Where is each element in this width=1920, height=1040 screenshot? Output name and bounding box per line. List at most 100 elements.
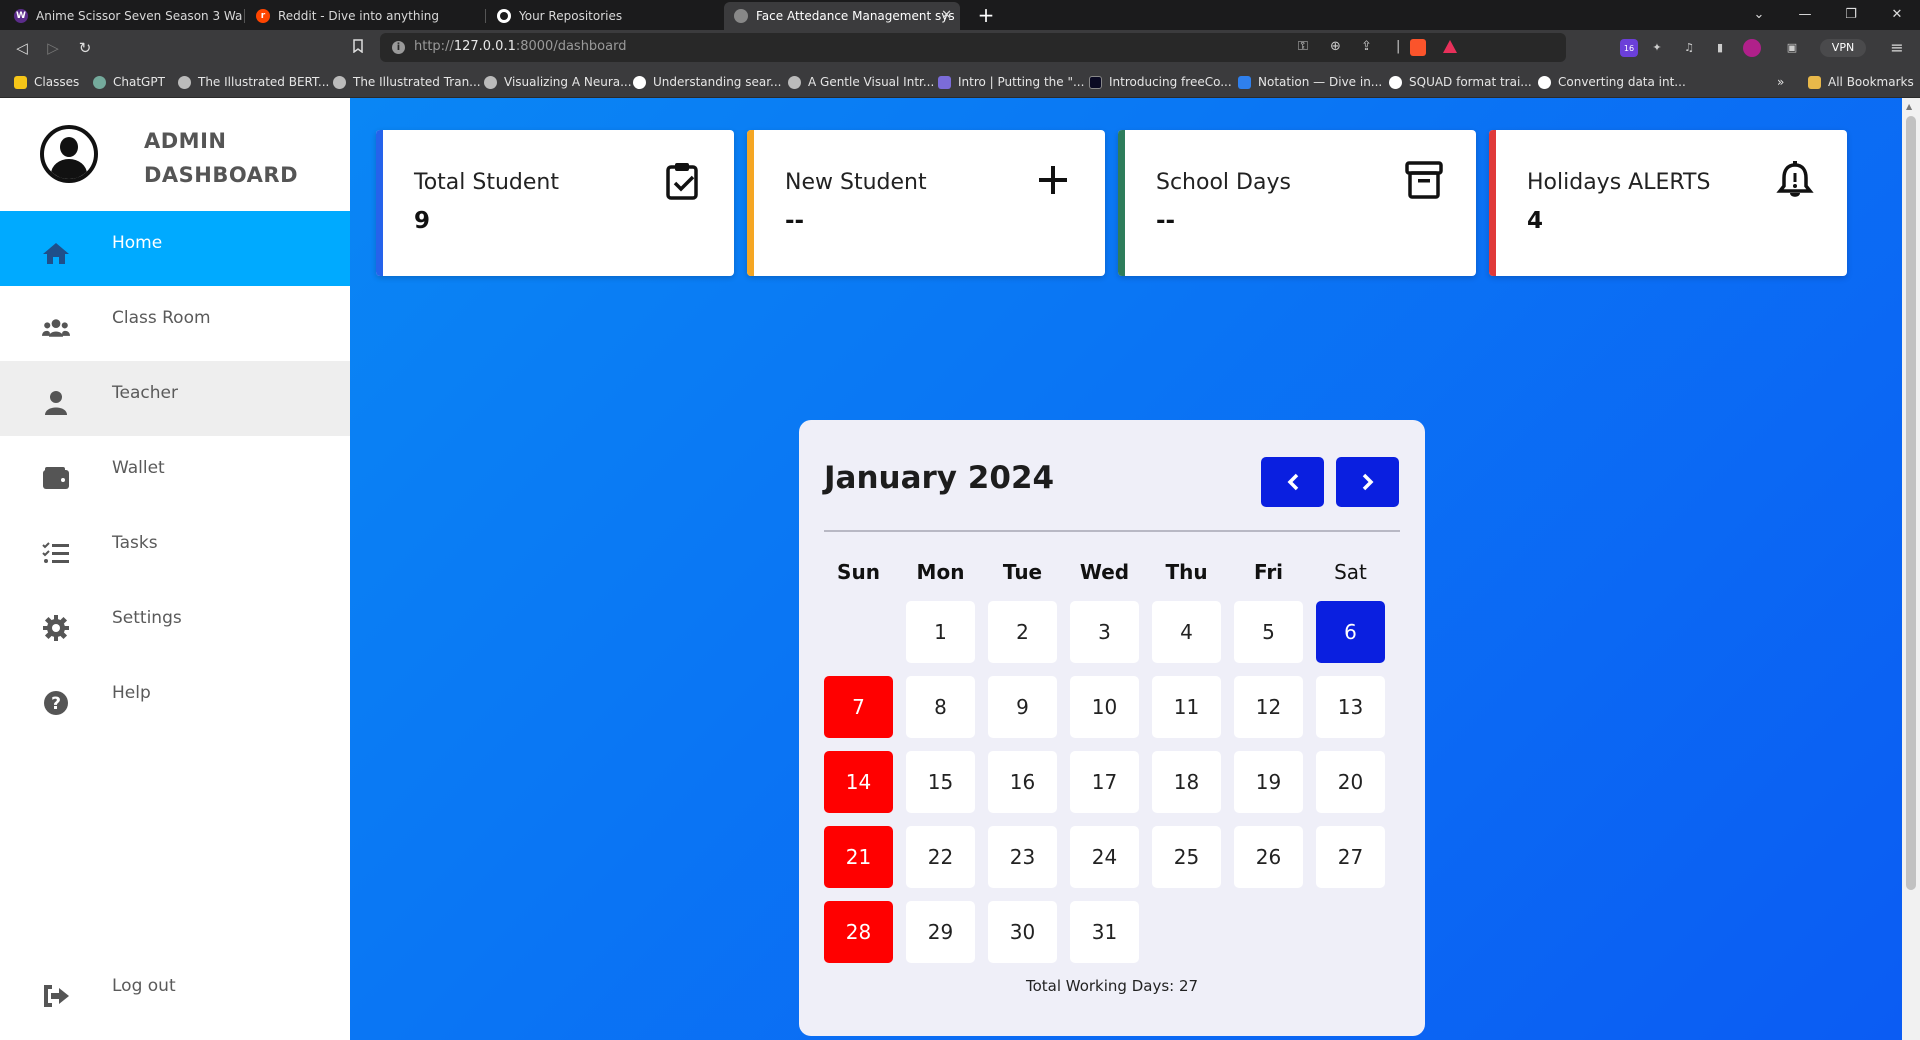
sidebar-item-class-room[interactable]: Class Room (0, 286, 350, 361)
calendar-day-holiday[interactable]: 21 (824, 826, 893, 888)
puzzle-icon[interactable]: ✦ (1648, 39, 1666, 57)
calendar-day[interactable]: 20 (1316, 751, 1385, 813)
bookmark-item[interactable]: Understanding sear... (633, 74, 782, 90)
extension-badge-icon[interactable]: 16 (1620, 39, 1638, 57)
calendar-day[interactable]: 26 (1234, 826, 1303, 888)
browser-tab[interactable]: W Anime Scissor Seven Season 3 Watch (4, 2, 242, 30)
next-month-button[interactable] (1336, 457, 1399, 507)
wallet-extension-icon[interactable]: ▣ (1783, 39, 1801, 57)
calendar-day[interactable]: 25 (1152, 826, 1221, 888)
calendar-day[interactable]: 24 (1070, 826, 1139, 888)
bookmark-item[interactable]: Converting data int... (1538, 74, 1686, 90)
sidebar-item-wallet[interactable]: Wallet (0, 436, 350, 511)
sidebar: ADMIN DASHBOARD Home Class Room Teacher (0, 98, 350, 1040)
bookmark-item[interactable]: Visualizing A Neura... (484, 74, 632, 90)
new-tab-button[interactable]: + (974, 3, 998, 27)
calendar-day[interactable]: 22 (906, 826, 975, 888)
all-bookmarks-button[interactable]: All Bookmarks (1808, 74, 1914, 90)
sidebar-item-tasks[interactable]: Tasks (0, 511, 350, 586)
bookmark-label: The Illustrated Tran... (353, 75, 481, 89)
menu-icon[interactable]: ≡ (1888, 39, 1906, 57)
url-bar[interactable]: i http://127.0.0.1:8000/dashboard ⚿ ⊕ ⇪ … (380, 33, 1566, 62)
calendar-day[interactable]: 9 (988, 676, 1057, 738)
bookmark-item[interactable]: Classes (14, 74, 79, 90)
calendar-day[interactable]: 3 (1070, 601, 1139, 663)
calendar-day[interactable]: 1 (906, 601, 975, 663)
close-tab-icon[interactable]: ✕ (941, 8, 952, 23)
calendar-day[interactable]: 8 (906, 676, 975, 738)
browser-tab[interactable]: r Reddit - Dive into anything (246, 2, 484, 30)
bookmark-item[interactable]: Notation — Dive in... (1238, 74, 1382, 90)
bookmark-label: ChatGPT (113, 75, 165, 89)
sidebar-item-settings[interactable]: Settings (0, 586, 350, 661)
brave-rewards-icon[interactable] (1442, 39, 1458, 58)
calendar-day[interactable]: 23 (988, 826, 1057, 888)
forward-button[interactable]: ▷ (43, 38, 63, 58)
calendar-day[interactable]: 16 (988, 751, 1057, 813)
browser-tab-active[interactable]: Face Attedance Management sys ✕ (724, 2, 960, 30)
scrollbar-thumb[interactable] (1906, 116, 1916, 890)
sidebar-toggle-icon[interactable]: ▮ (1711, 39, 1729, 57)
back-button[interactable]: ◁ (12, 38, 32, 58)
zoom-icon[interactable]: ⊕ (1330, 39, 1341, 54)
bookmark-item[interactable]: ChatGPT (93, 74, 165, 90)
calendar-day[interactable]: 17 (1070, 751, 1139, 813)
sidebar-item-teacher[interactable]: Teacher (0, 361, 350, 436)
more-bookmarks-button[interactable]: » (1777, 74, 1784, 90)
site-info-icon[interactable]: i (392, 41, 405, 54)
calendar-day[interactable]: 30 (988, 901, 1057, 963)
calendar-day[interactable]: 19 (1234, 751, 1303, 813)
close-window-button[interactable]: ✕ (1874, 0, 1920, 30)
tab-search-icon[interactable]: ⌄ (1736, 0, 1782, 30)
calendar-day[interactable]: 4 (1152, 601, 1221, 663)
music-icon[interactable]: ♫ (1680, 39, 1698, 57)
bookmark-item[interactable]: Intro | Putting the "... (938, 74, 1084, 90)
card-title: New Student (785, 170, 927, 195)
holidays-alerts-card[interactable]: Holidays ALERTS 4 (1489, 130, 1847, 276)
page-scrollbar[interactable]: ▲ (1902, 98, 1920, 1040)
key-icon[interactable]: ⚿ (1298, 39, 1308, 54)
bookmark-item[interactable]: The Illustrated BERT... (178, 74, 329, 90)
anime-site-icon: W (14, 9, 28, 23)
bookmark-page-icon[interactable] (348, 38, 368, 58)
total-student-card[interactable]: Total Student 9 (376, 130, 734, 276)
browser-tab[interactable]: Your Repositories (487, 2, 723, 30)
calendar-day[interactable]: 10 (1070, 676, 1139, 738)
share-icon[interactable]: ⇪ (1361, 39, 1372, 54)
maximize-button[interactable]: ❐ (1828, 0, 1874, 30)
brave-shield-icon[interactable] (1410, 39, 1426, 56)
sidebar-item-label: Settings (112, 608, 182, 628)
calendar-day[interactable]: 12 (1234, 676, 1303, 738)
school-days-card[interactable]: School Days -- (1118, 130, 1476, 276)
bookmark-item[interactable]: Introducing freeCo... (1089, 74, 1232, 90)
calendar-day[interactable]: 18 (1152, 751, 1221, 813)
calendar-day[interactable]: 5 (1234, 601, 1303, 663)
sidebar-item-help[interactable]: ? Help (0, 661, 350, 736)
vpn-button[interactable]: VPN (1820, 39, 1866, 57)
sidebar-item-home[interactable]: Home (0, 211, 350, 286)
bookmark-item[interactable]: The Illustrated Tran... (333, 74, 481, 90)
calendar-title: January 2024 (824, 460, 1055, 496)
scroll-up-icon[interactable]: ▲ (1906, 102, 1912, 111)
calendar-day-holiday[interactable]: 14 (824, 751, 893, 813)
profile-icon[interactable] (1743, 39, 1761, 57)
calendar-day[interactable]: 13 (1316, 676, 1385, 738)
bookmark-label: Classes (34, 75, 80, 89)
calendar-day[interactable]: 29 (906, 901, 975, 963)
calendar-day-holiday[interactable]: 28 (824, 901, 893, 963)
calendar-day[interactable]: 11 (1152, 676, 1221, 738)
url-text[interactable]: http://127.0.0.1:8000/dashboard (414, 39, 626, 54)
new-student-card[interactable]: New Student -- (747, 130, 1105, 276)
minimize-button[interactable]: — (1782, 0, 1828, 30)
calendar-day[interactable]: 2 (988, 601, 1057, 663)
calendar-day-holiday[interactable]: 7 (824, 676, 893, 738)
logout-button[interactable]: Log out (0, 964, 350, 1039)
calendar-day-today[interactable]: 6 (1316, 601, 1385, 663)
bookmark-item[interactable]: SQUAD format trai... (1389, 74, 1532, 90)
bookmark-item[interactable]: A Gentle Visual Intr... (788, 74, 934, 90)
reload-button[interactable]: ↻ (75, 38, 95, 58)
calendar-day[interactable]: 31 (1070, 901, 1139, 963)
calendar-day[interactable]: 27 (1316, 826, 1385, 888)
prev-month-button[interactable] (1261, 457, 1324, 507)
calendar-day[interactable]: 15 (906, 751, 975, 813)
